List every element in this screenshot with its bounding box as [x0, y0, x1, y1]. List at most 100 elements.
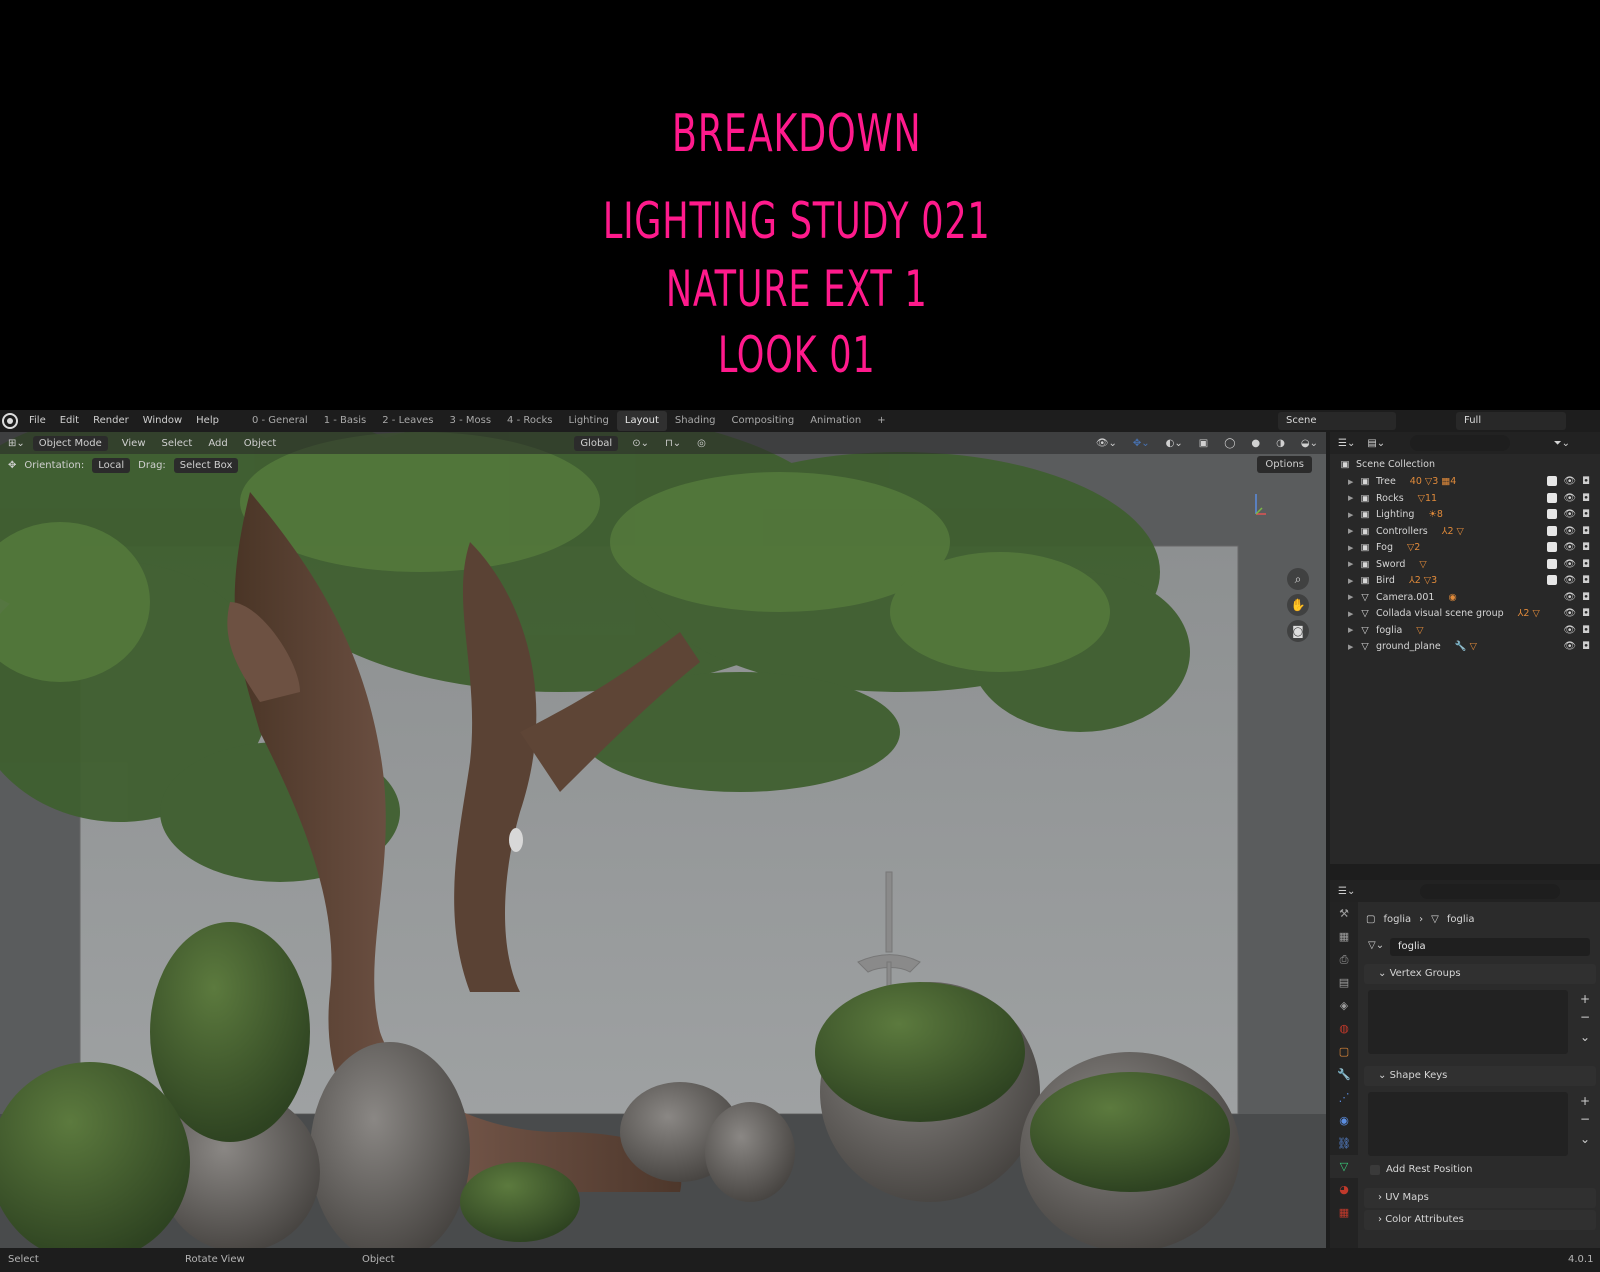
eye-icon[interactable]: 👁	[1563, 476, 1576, 487]
mode-dropdown[interactable]: Object Mode	[32, 435, 108, 451]
eye-icon[interactable]: 👁	[1563, 509, 1576, 520]
view-layer-selector[interactable]: Full	[1456, 412, 1566, 430]
render-camera-icon[interactable]: ◘	[1582, 493, 1590, 504]
expand-icon[interactable]: ▶	[1348, 643, 1358, 651]
render-camera-icon[interactable]: ◘	[1582, 608, 1590, 619]
options-button[interactable]: Options	[1257, 456, 1312, 473]
expand-icon[interactable]: ▶	[1348, 511, 1358, 519]
vertex-group-menu-icon[interactable]: ⌄	[1578, 1030, 1592, 1044]
outliner-item[interactable]: ▶ ▽ Camera.001 ◉ 👁 ◘	[1330, 589, 1600, 606]
add-shape-key-button[interactable]: +	[1578, 1094, 1592, 1108]
add-vertex-group-button[interactable]: +	[1578, 992, 1592, 1006]
shading-wireframe-icon[interactable]: ◯	[1216, 438, 1243, 449]
tab-moss[interactable]: 3 - Moss	[442, 411, 500, 431]
scene-icon[interactable]: ◈	[1330, 994, 1358, 1017]
view-layer-icon[interactable]: ▤	[1330, 971, 1358, 994]
render-camera-icon[interactable]: ◘	[1582, 476, 1590, 487]
shape-key-menu-icon[interactable]: ⌄	[1578, 1132, 1592, 1146]
tab-leaves[interactable]: 2 - Leaves	[374, 411, 441, 431]
tool-icon[interactable]: ⚒	[1330, 902, 1358, 925]
drag-dropdown[interactable]: Select Box	[173, 457, 239, 473]
exclude-checkbox[interactable]	[1547, 492, 1558, 503]
render-camera-icon[interactable]: ◘	[1582, 526, 1590, 537]
shape-keys-panel[interactable]: ⌄ Shape Keys	[1364, 1066, 1596, 1086]
exclude-checkbox[interactable]	[1547, 558, 1558, 569]
shape-keys-list[interactable]	[1368, 1092, 1568, 1156]
eye-icon[interactable]: 👁	[1563, 526, 1576, 537]
outliner-item[interactable]: ▶ ▣ Sword ▽ 👁 ◘	[1330, 556, 1600, 573]
outliner-item[interactable]: ▶ ▣ Rocks ▽11 👁 ◘	[1330, 490, 1600, 507]
tab-lighting[interactable]: Lighting	[560, 411, 616, 431]
menu-add[interactable]: Add	[200, 438, 235, 449]
add-workspace-button[interactable]: +	[869, 411, 893, 431]
world-icon[interactable]: ◍	[1330, 1017, 1358, 1040]
proportional-edit-icon[interactable]: ◎	[689, 438, 714, 449]
remove-vertex-group-button[interactable]: −	[1578, 1010, 1592, 1024]
menu-select[interactable]: Select	[154, 438, 201, 449]
menu-window[interactable]: Window	[136, 410, 189, 432]
render-camera-icon[interactable]: ◘	[1582, 559, 1590, 570]
object-icon[interactable]: ▢	[1330, 1040, 1358, 1063]
visibility-icon[interactable]: 👁⌄	[1088, 438, 1125, 449]
3d-viewport[interactable]: ⊞⌄ Object Mode View Select Add Object Gl…	[0, 432, 1326, 1248]
display-mode-icon[interactable]: ▤⌄	[1367, 438, 1385, 449]
data-icon[interactable]: ▽	[1330, 1155, 1358, 1178]
expand-icon[interactable]: ▶	[1348, 593, 1358, 601]
filter-icon[interactable]: ⏷⌄	[1554, 438, 1570, 449]
outliner-search[interactable]	[1410, 435, 1510, 451]
shading-material-icon[interactable]: ◑	[1268, 438, 1293, 449]
render-camera-icon[interactable]: ◘	[1582, 509, 1590, 520]
eye-icon[interactable]: 👁	[1563, 592, 1576, 603]
expand-icon[interactable]: ▶	[1348, 544, 1358, 552]
remove-shape-key-button[interactable]: −	[1578, 1112, 1592, 1126]
eye-icon[interactable]: 👁	[1563, 641, 1576, 652]
eye-icon[interactable]: 👁	[1563, 559, 1576, 570]
outliner-item[interactable]: ▶ ▣ Fog ▽2 👁 ◘	[1330, 539, 1600, 556]
xray-icon[interactable]: ▣	[1191, 438, 1216, 449]
eye-icon[interactable]: 👁	[1563, 575, 1576, 586]
pan-hand-icon[interactable]: ✋	[1287, 594, 1309, 616]
outliner-item[interactable]: ▶ ▣ Tree 40 ▽3 ▦4 👁 ◘	[1330, 473, 1600, 490]
tab-shading[interactable]: Shading	[667, 411, 724, 431]
overlays-icon[interactable]: ◐⌄	[1158, 438, 1191, 449]
orientation-dropdown[interactable]: Local	[92, 457, 131, 473]
gizmo-toggle-icon[interactable]: ✥⌄	[1125, 438, 1158, 449]
menu-edit[interactable]: Edit	[53, 410, 86, 432]
mesh-browse-icon[interactable]: ▽⌄	[1368, 940, 1384, 951]
exclude-checkbox[interactable]	[1547, 476, 1558, 486]
shading-rendered-icon[interactable]: ◒⌄	[1293, 438, 1326, 449]
add-rest-position-row[interactable]: Add Rest Position	[1370, 1164, 1472, 1175]
uv-maps-panel[interactable]: › UV Maps	[1364, 1188, 1596, 1208]
texture-icon[interactable]: ▦	[1330, 1201, 1358, 1224]
render-camera-icon[interactable]: ◘	[1582, 575, 1590, 586]
vertex-groups-list[interactable]	[1368, 990, 1568, 1054]
outliner-item[interactable]: ▶ ▽ foglia ▽ 👁 ◘	[1330, 622, 1600, 639]
render-camera-icon[interactable]: ◘	[1582, 641, 1590, 652]
scene-collection-row[interactable]: ▣ Scene Collection	[1330, 456, 1600, 473]
camera-view-icon[interactable]: ◙	[1287, 620, 1309, 642]
expand-icon[interactable]: ▶	[1348, 494, 1358, 502]
expand-icon[interactable]: ▶	[1348, 478, 1358, 486]
add-rest-position-checkbox[interactable]	[1370, 1164, 1380, 1175]
outliner-item[interactable]: ▶ ▽ Collada visual scene group ⅄2 ▽ 👁 ◘	[1330, 605, 1600, 622]
menu-help[interactable]: Help	[189, 410, 226, 432]
menu-view[interactable]: View	[114, 438, 154, 449]
render-camera-icon[interactable]: ◘	[1582, 625, 1590, 636]
outliner-item[interactable]: ▶ ▣ Lighting ☀8 👁 ◘	[1330, 506, 1600, 523]
menu-object[interactable]: Object	[236, 438, 285, 449]
expand-icon[interactable]: ▶	[1348, 560, 1358, 568]
outliner-editor-icon[interactable]: ☰⌄	[1338, 438, 1355, 449]
tab-basis[interactable]: 1 - Basis	[316, 411, 375, 431]
eye-icon[interactable]: 👁	[1563, 542, 1576, 553]
physics-icon[interactable]: ◉	[1330, 1109, 1358, 1132]
tab-animation[interactable]: Animation	[802, 411, 869, 431]
expand-icon[interactable]: ▶	[1348, 626, 1358, 634]
output-icon[interactable]: ⎙	[1330, 948, 1358, 971]
eye-icon[interactable]: 👁	[1563, 625, 1576, 636]
menu-render[interactable]: Render	[86, 410, 136, 432]
pivot-icon[interactable]: ⊙⌄	[624, 438, 657, 449]
snap-icon[interactable]: ⊓⌄	[657, 438, 689, 449]
shading-solid-icon[interactable]: ●	[1243, 438, 1268, 449]
blender-logo-icon[interactable]	[2, 413, 18, 429]
properties-editor-icon[interactable]: ☰⌄	[1338, 886, 1355, 897]
